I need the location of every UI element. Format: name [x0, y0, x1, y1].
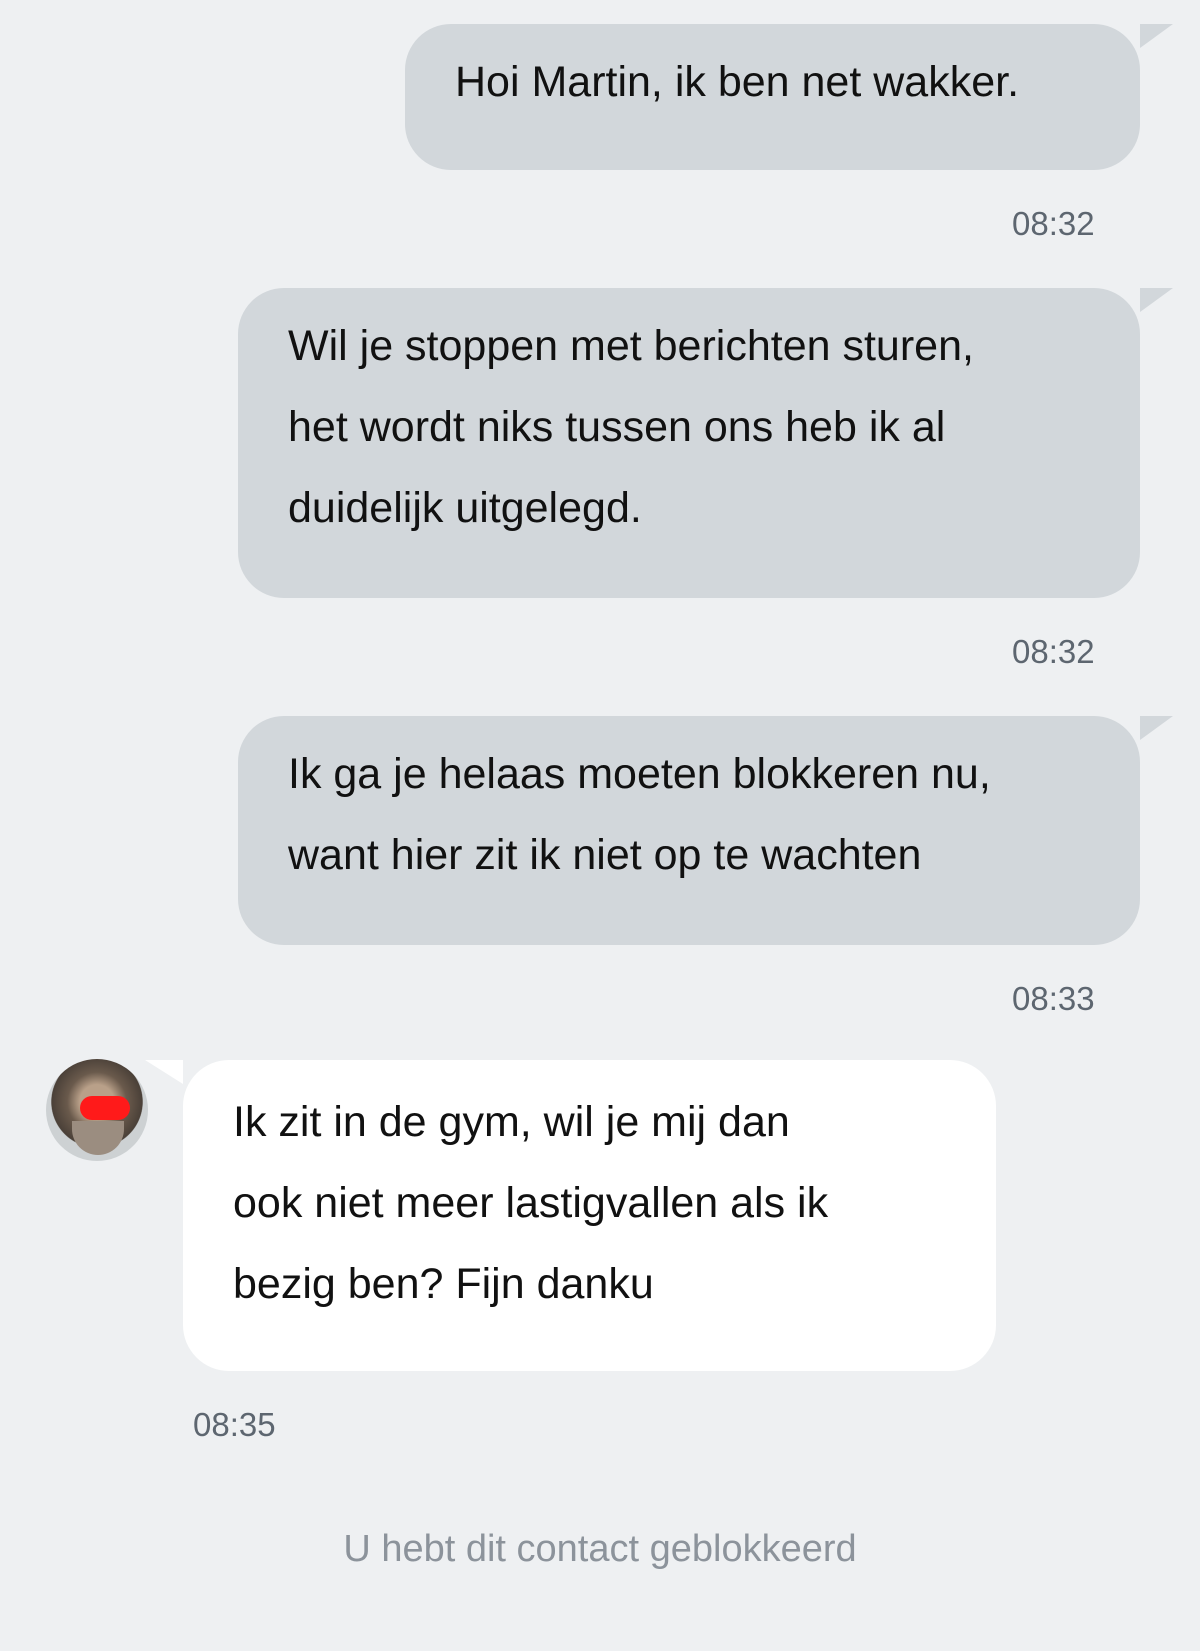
bubble-tail	[1140, 288, 1173, 312]
message-text: Wil je stoppen met berichten sturen,	[288, 322, 974, 370]
redaction-mark	[80, 1096, 130, 1120]
message-bubble-sent[interactable]: Wil je stoppen met berichten sturen, het…	[238, 288, 1173, 598]
contact-avatar[interactable]	[46, 1059, 148, 1161]
avatar-photo	[72, 1121, 124, 1155]
message-timestamp: 08:35	[193, 1406, 276, 1443]
message-text: Ik zit in de gym, wil je mij dan	[233, 1098, 790, 1146]
message-timestamp: 08:32	[1012, 633, 1095, 670]
message-text: bezig ben? Fijn danku	[233, 1260, 654, 1308]
message-bubble-received[interactable]: Ik zit in de gym, wil je mij dan ook nie…	[145, 1060, 996, 1371]
message-text: ook niet meer lastigvallen als ik	[233, 1179, 829, 1227]
message-text: Hoi Martin, ik ben net wakker.	[455, 58, 1020, 106]
bubble-tail	[1140, 24, 1173, 48]
bubble-tail	[1140, 716, 1173, 740]
message-timestamp: 08:33	[1012, 980, 1095, 1017]
message-text: want hier zit ik niet op te wachten	[288, 831, 922, 879]
message-bubble-sent[interactable]: Hoi Martin, ik ben net wakker.	[405, 24, 1173, 170]
message-timestamp: 08:32	[1012, 205, 1095, 242]
message-text: het wordt niks tussen ons heb ik al	[288, 403, 946, 451]
message-bubble-sent[interactable]: Ik ga je helaas moeten blokkeren nu, wan…	[238, 716, 1173, 945]
message-text: Ik ga je helaas moeten blokkeren nu,	[288, 750, 991, 798]
message-text: duidelijk uitgelegd.	[288, 484, 642, 532]
bubble-tail	[145, 1060, 183, 1084]
blocked-status-note: U hebt dit contact geblokkeerd	[343, 1528, 857, 1570]
